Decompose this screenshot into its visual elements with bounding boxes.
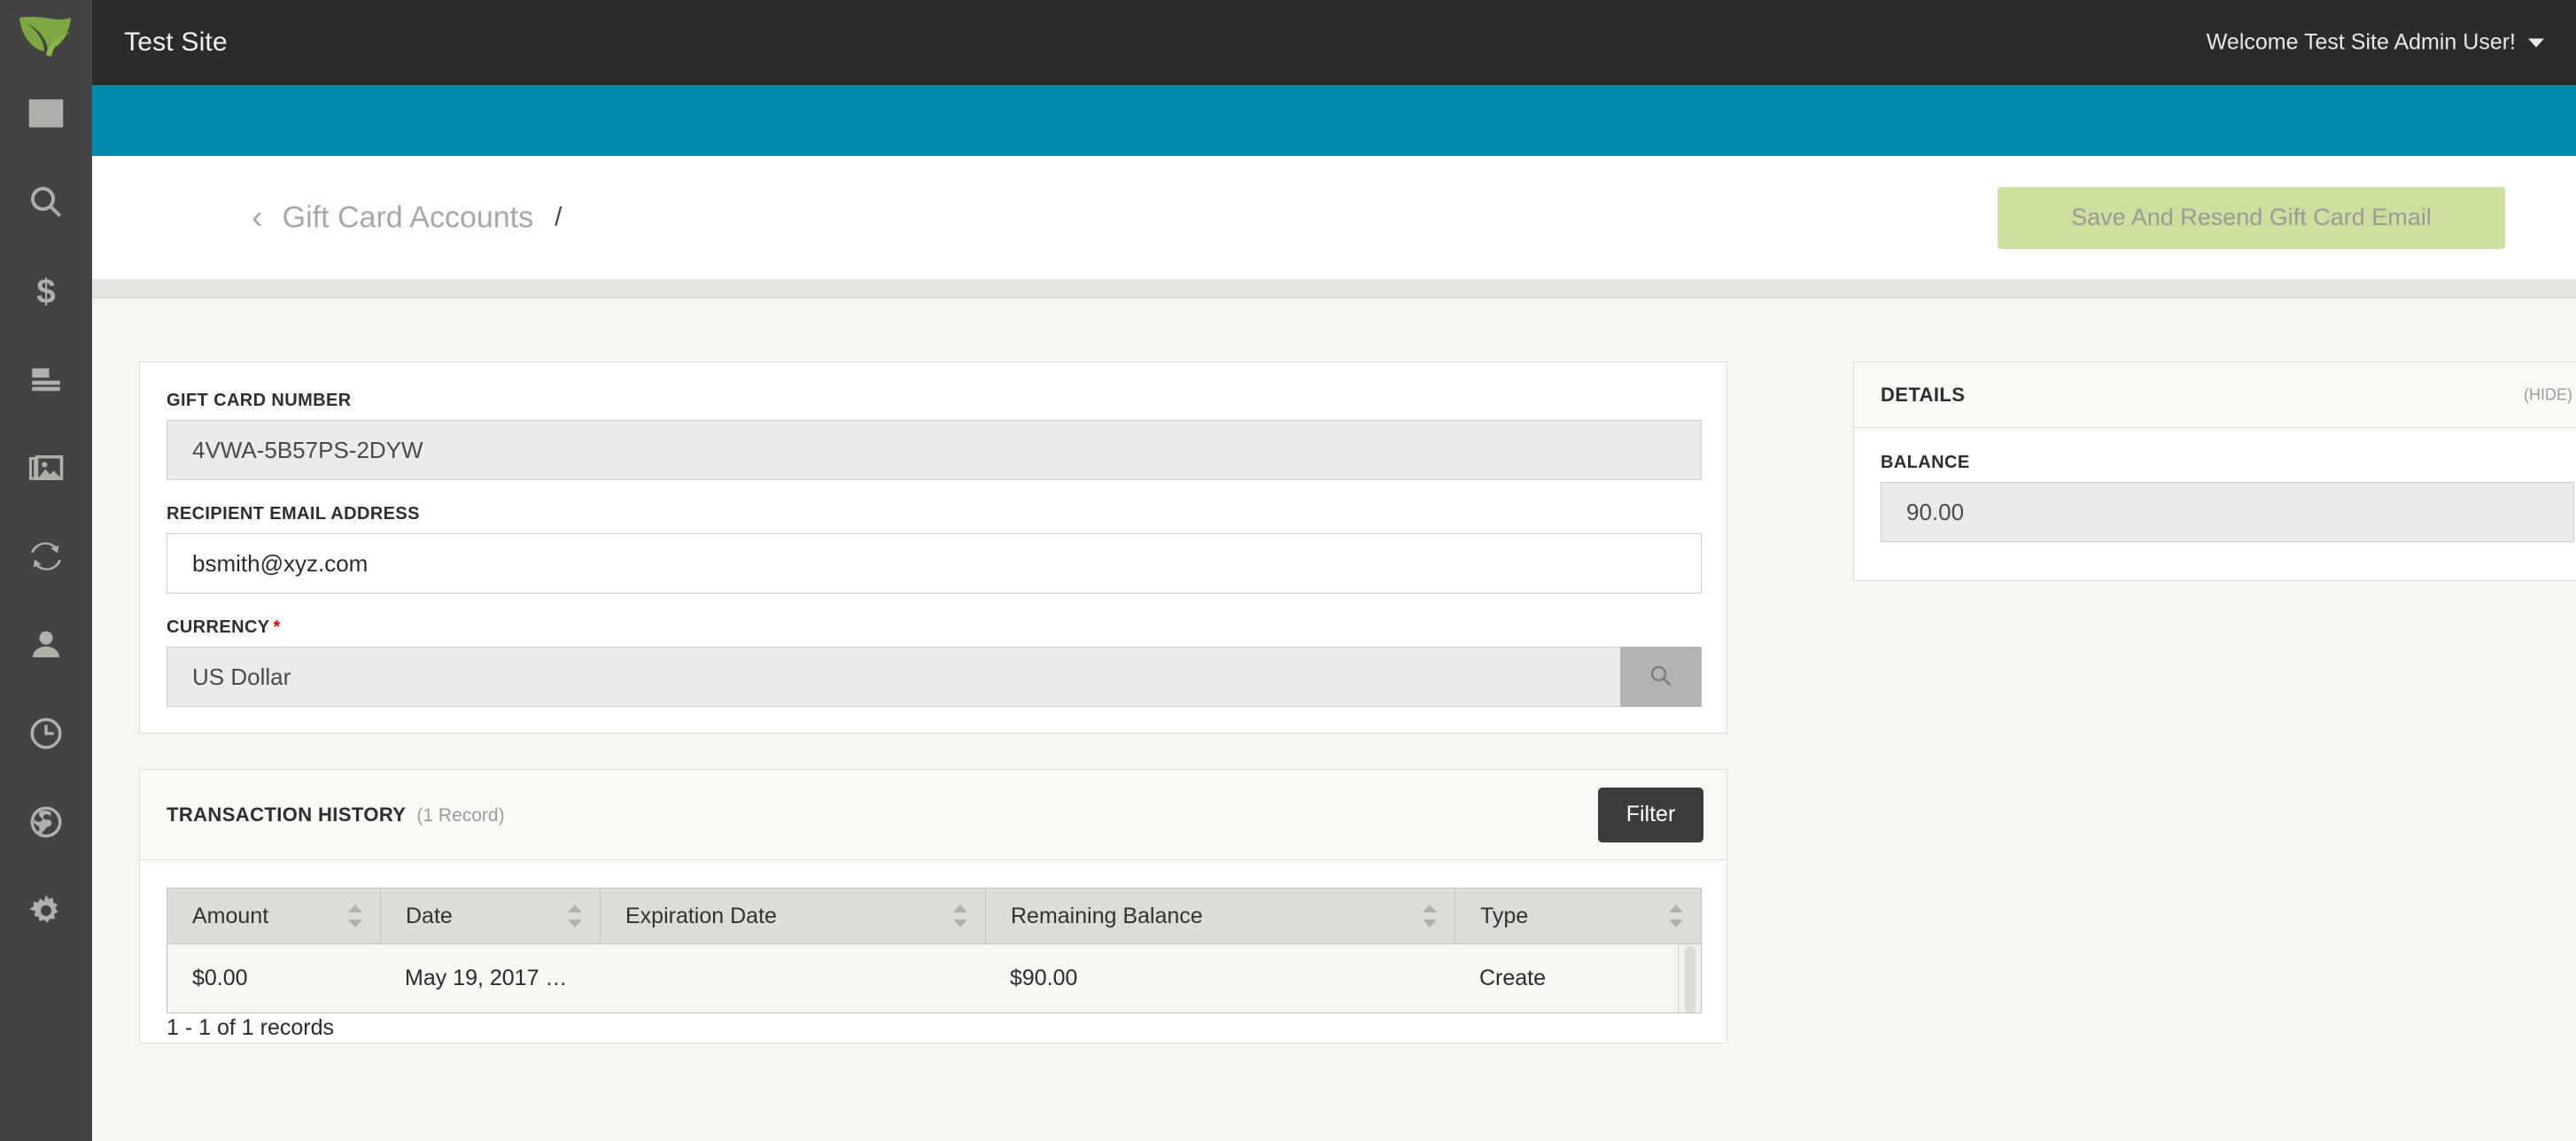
search-icon	[27, 183, 65, 221]
column-header-amount[interactable]: Amount	[167, 889, 380, 943]
save-and-resend-gift-card-email-button[interactable]: Save And Resend Gift Card Email	[1998, 186, 2505, 249]
transaction-history-table: Amount Date Expiration Date Remaining Ba…	[167, 888, 1702, 1013]
sort-arrows-icon[interactable]	[953, 904, 967, 928]
filter-button[interactable]: Filter	[1598, 787, 1703, 842]
page-header: ‹ Gift Card Accounts / Save And Resend G…	[92, 156, 2576, 279]
gear-icon	[27, 892, 65, 929]
cell-remaining-balance: $90.00	[1010, 965, 1078, 990]
transaction-history-header: Transaction History (1 Record) Filter	[140, 770, 1726, 860]
field-gift-card-number: Gift Card Number 4VWA-5B57PS-2DYW	[167, 391, 1702, 480]
details-panel: Details (HIDE) Balance 90.00	[1853, 361, 2576, 581]
sidebar-item-customers[interactable]	[0, 601, 92, 689]
scrollbar-thumb[interactable]	[1685, 946, 1695, 1013]
currency-input-group: US Dollar	[167, 647, 1702, 707]
catalog-icon	[27, 361, 65, 398]
column-header-remaining-balance-label: Remaining Balance	[1011, 903, 1203, 928]
table-row[interactable]: $0.00 May 19, 2017 … $90.00 Create	[167, 944, 1701, 1012]
search-icon	[1648, 663, 1674, 692]
details-hide-toggle[interactable]: (HIDE)	[2524, 385, 2572, 404]
column-header-amount-label: Amount	[192, 903, 269, 928]
field-label-gift-card-number: Gift Card Number	[167, 391, 352, 410]
cell-date: May 19, 2017 …	[405, 965, 568, 990]
sidebar-item-sync[interactable]	[0, 512, 92, 601]
table-vertical-scrollbar[interactable]	[1678, 944, 1701, 1013]
transaction-history-panel: Transaction History (1 Record) Filter Amo…	[139, 769, 1727, 1044]
sidebar-item-settings[interactable]	[0, 866, 92, 955]
required-marker: *	[273, 617, 281, 637]
column-header-type-label: Type	[1480, 903, 1529, 928]
chevron-down-icon	[2528, 38, 2544, 47]
user-menu[interactable]: Welcome Test Site Admin User!	[2207, 30, 2544, 56]
topbar: Test Site Welcome Test Site Admin User!	[92, 0, 2576, 85]
gift-card-form-panel: Gift Card Number 4VWA-5B57PS-2DYW Recipi…	[139, 361, 1727, 734]
user-menu-label: Welcome Test Site Admin User!	[2206, 29, 2516, 55]
transaction-history-count: (1 Record)	[416, 804, 505, 826]
sort-arrows-icon[interactable]	[348, 904, 362, 928]
details-panel-title: Details	[1881, 383, 1966, 406]
column-header-date-label: Date	[406, 903, 453, 928]
column-header-expiration-date-label: Expiration Date	[625, 903, 777, 928]
dashboard-icon	[27, 95, 65, 132]
cell-type: Create	[1479, 965, 1547, 990]
field-label-recipient-email-address: Recipient Email Address	[167, 504, 420, 524]
sidebar-item-history[interactable]	[0, 689, 92, 778]
table-header-row: Amount Date Expiration Date Remaining Ba…	[167, 888, 1702, 944]
page-body: Gift Card Number 4VWA-5B57PS-2DYW Recipi…	[92, 299, 2576, 1141]
sync-icon	[27, 538, 65, 575]
field-recipient-email-address: Recipient Email Address bsmith@xyz.com	[167, 504, 1702, 594]
accent-bar	[92, 85, 2576, 156]
user-icon	[27, 626, 65, 664]
sidebar: $	[0, 0, 92, 1141]
sidebar-item-media[interactable]	[0, 423, 92, 512]
sidebar-item-global[interactable]	[0, 778, 92, 866]
details-panel-body: Balance 90.00	[1881, 453, 2574, 542]
image-icon	[27, 449, 65, 486]
column-header-remaining-balance[interactable]: Remaining Balance	[985, 889, 1455, 943]
sidebar-item-catalog[interactable]	[0, 335, 92, 423]
recipient-email-address-input[interactable]: bsmith@xyz.com	[167, 533, 1702, 594]
currency-input[interactable]: US Dollar	[167, 647, 1702, 707]
breadcrumb-separator: /	[555, 202, 563, 232]
gift-card-number-input[interactable]: 4VWA-5B57PS-2DYW	[167, 420, 1702, 480]
cell-expiration-date	[600, 944, 985, 1012]
sort-arrows-icon[interactable]	[1423, 904, 1437, 928]
leaf-logo[interactable]	[11, 4, 81, 69]
sort-arrows-icon[interactable]	[1669, 904, 1683, 928]
breadcrumb-parent-link[interactable]: Gift Card Accounts	[283, 200, 533, 235]
field-label-currency: Currency *	[167, 617, 1702, 638]
column-header-type[interactable]: Type	[1455, 889, 1701, 943]
clock-icon	[27, 715, 65, 752]
details-panel-header: Details (HIDE)	[1854, 362, 2576, 428]
sidebar-item-dashboard[interactable]	[0, 69, 92, 158]
back-chevron-icon[interactable]: ‹	[252, 201, 263, 235]
field-currency: Currency * US Dollar	[167, 617, 1702, 707]
sidebar-item-search[interactable]	[0, 158, 92, 246]
field-label-balance: Balance	[1881, 453, 1970, 472]
table-body: $0.00 May 19, 2017 … $90.00 Create	[167, 944, 1702, 1013]
sidebar-item-sales[interactable]: $	[0, 246, 92, 335]
svg-text:$: $	[36, 273, 55, 309]
sort-arrows-icon[interactable]	[568, 904, 582, 928]
header-separator	[92, 279, 2576, 299]
records-count-label: 1 - 1 of 1 records	[167, 1015, 334, 1040]
dollar-icon: $	[27, 272, 65, 309]
cell-amount: $0.00	[192, 965, 248, 990]
transaction-history-title: Transaction History (1 Record)	[167, 803, 505, 827]
globe-icon	[27, 803, 65, 841]
site-title: Test Site	[124, 27, 228, 57]
column-header-date[interactable]: Date	[380, 889, 600, 943]
currency-search-button[interactable]	[1620, 647, 1702, 707]
balance-input[interactable]: 90.00	[1881, 482, 2574, 542]
breadcrumb: ‹ Gift Card Accounts /	[252, 200, 562, 235]
field-label-currency-text: Currency	[167, 617, 270, 637]
column-header-expiration-date[interactable]: Expiration Date	[600, 889, 985, 943]
transaction-history-title-text: Transaction History	[167, 803, 407, 826]
